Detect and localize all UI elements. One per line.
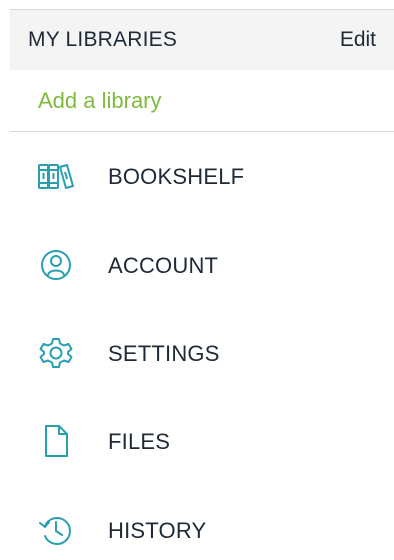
menu-label-files: FILES xyxy=(108,429,171,454)
gear-icon xyxy=(36,335,76,371)
libraries-title: MY LIBRARIES xyxy=(28,28,178,51)
edit-button[interactable]: Edit xyxy=(340,28,376,52)
menu-item-bookshelf[interactable]: BOOKSHELF xyxy=(0,146,394,206)
menu-item-files[interactable]: FILES xyxy=(0,411,394,471)
menu-label-account: ACCOUNT xyxy=(108,253,219,278)
menu-label-history: HISTORY xyxy=(108,518,207,543)
bookshelf-icon xyxy=(36,158,76,194)
menu-label-bookshelf: BOOKSHELF xyxy=(108,164,245,189)
file-icon xyxy=(36,423,76,459)
account-icon xyxy=(36,247,76,283)
add-library-link[interactable]: Add a library xyxy=(38,88,162,114)
section-divider xyxy=(10,131,394,132)
menu-item-history[interactable]: HISTORY xyxy=(0,500,394,560)
menu-label-settings: SETTINGS xyxy=(108,341,220,366)
menu-item-settings[interactable]: SETTINGS xyxy=(0,323,394,383)
menu-item-account[interactable]: ACCOUNT xyxy=(0,235,394,295)
